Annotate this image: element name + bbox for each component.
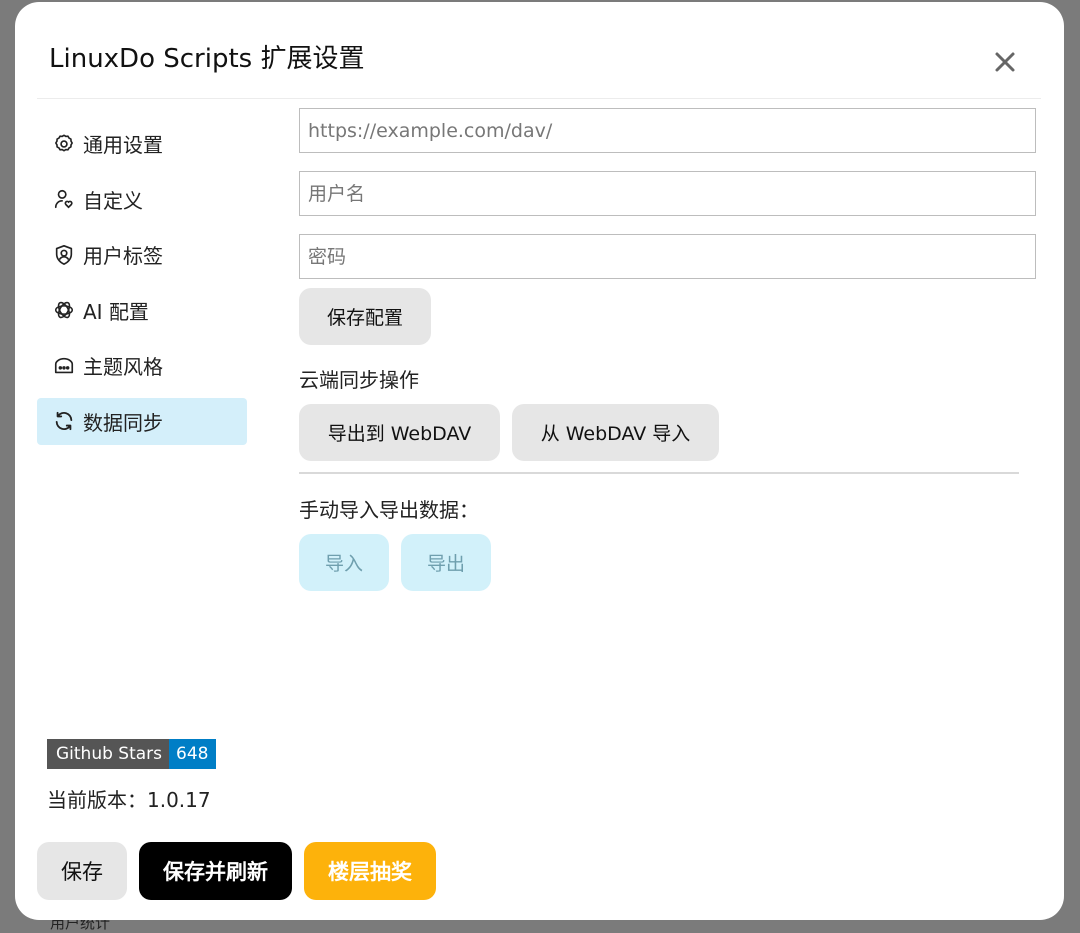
ai-flower-icon — [53, 299, 75, 321]
github-stars-badge[interactable]: Github Stars 648 — [47, 739, 217, 769]
settings-sidebar: 通用设置 自定义 用户标签 AI 配置 主题风格 数据同步 — [37, 120, 247, 454]
import-from-webdav-button[interactable]: 从 WebDAV 导入 — [512, 404, 719, 461]
manual-export-button[interactable]: 导出 — [401, 534, 491, 591]
sidebar-item-theme[interactable]: 主题风格 — [37, 342, 247, 389]
theme-box-icon — [53, 355, 75, 377]
sidebar-item-label: 数据同步 — [83, 410, 163, 435]
sidebar-item-label: 自定义 — [83, 188, 143, 213]
webdav-password-input[interactable] — [299, 234, 1036, 279]
version-label: 当前版本： — [47, 788, 147, 812]
sidebar-item-user-tags[interactable]: 用户标签 — [37, 231, 247, 278]
badge-label: Github Stars — [47, 739, 170, 769]
save-and-refresh-button[interactable]: 保存并刷新 — [139, 842, 292, 900]
user-shield-icon — [53, 244, 75, 266]
gear-icon — [53, 133, 75, 155]
close-button[interactable] — [989, 46, 1021, 78]
dialog-title: LinuxDo Scripts 扩展设置 — [49, 44, 365, 74]
sidebar-item-ai-config[interactable]: AI 配置 — [37, 287, 247, 334]
sidebar-item-data-sync[interactable]: 数据同步 — [37, 397, 247, 445]
version-info: 当前版本：1.0.17 — [47, 784, 211, 813]
sidebar-item-custom[interactable]: 自定义 — [37, 176, 247, 223]
section-divider — [299, 472, 1019, 474]
cloud-sync-heading: 云端同步操作 — [299, 368, 419, 392]
save-config-button[interactable]: 保存配置 — [299, 288, 431, 345]
sync-icon — [53, 410, 75, 432]
header-divider — [37, 98, 1041, 99]
user-heart-icon — [53, 188, 75, 210]
badge-count: 648 — [169, 739, 217, 769]
manual-import-button[interactable]: 导入 — [299, 534, 389, 591]
settings-dialog: LinuxDo Scripts 扩展设置 通用设置 自定义 用户标签 AI 配置… — [15, 2, 1064, 920]
export-to-webdav-button[interactable]: 导出到 WebDAV — [299, 404, 500, 461]
version-value: 1.0.17 — [147, 788, 211, 812]
sidebar-item-label: 用户标签 — [83, 244, 163, 269]
sidebar-item-label: AI 配置 — [83, 299, 149, 324]
webdav-username-input[interactable] — [299, 171, 1036, 216]
floor-lottery-button[interactable]: 楼层抽奖 — [304, 842, 436, 900]
save-button[interactable]: 保存 — [37, 842, 127, 900]
webdav-url-input[interactable] — [299, 108, 1036, 153]
manual-import-export-heading: 手动导入导出数据： — [299, 498, 479, 522]
close-icon — [995, 52, 1015, 72]
sidebar-item-general[interactable]: 通用设置 — [37, 120, 247, 167]
sidebar-item-label: 主题风格 — [83, 355, 163, 380]
sidebar-item-label: 通用设置 — [83, 133, 163, 157]
